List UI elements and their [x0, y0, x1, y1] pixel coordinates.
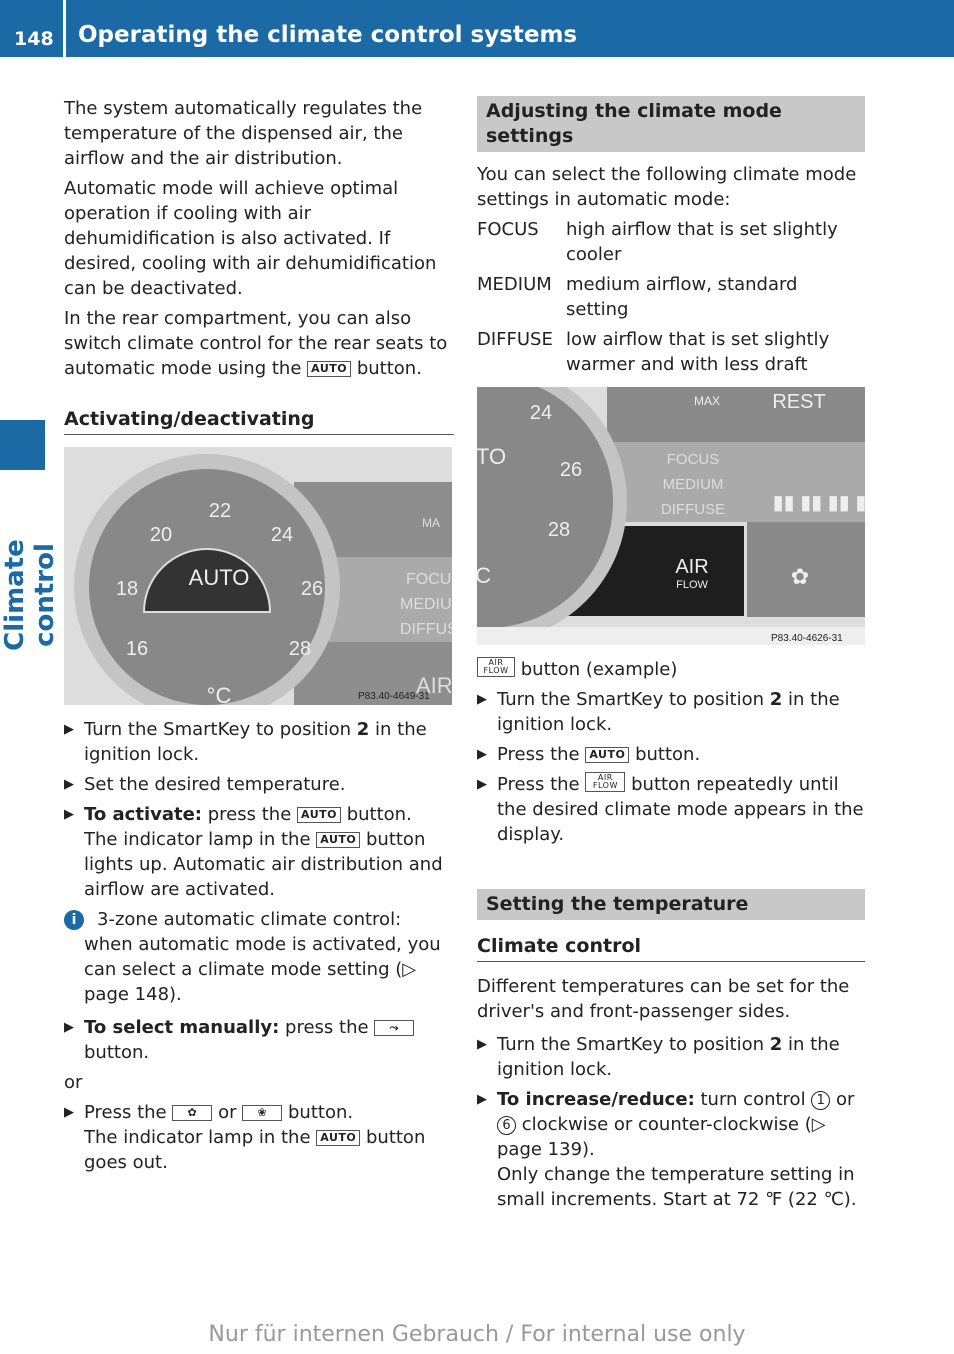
- page-header: 148 Operating the climate control system…: [0, 0, 954, 57]
- instruction-step: ▶ Turn the SmartKey to position 2 in the …: [64, 719, 427, 765]
- svg-text:MEDIUM: MEDIUM: [663, 476, 724, 493]
- svg-text:FOCUS: FOCUS: [667, 451, 720, 468]
- svg-text:▮▮ ▮▮ ▮▮ ▮▮: ▮▮ ▮▮ ▮▮ ▮▮: [773, 492, 865, 514]
- svg-text:REST: REST: [772, 391, 825, 413]
- header-divider: [63, 0, 66, 57]
- svg-text:AIR: AIR: [675, 556, 708, 578]
- mode-item: DIFFUSE low airflow that is set slightly …: [477, 329, 830, 375]
- info-icon: i: [64, 910, 84, 930]
- temp-tick: 24: [271, 524, 293, 546]
- section-subheading: Climate control: [477, 934, 865, 962]
- temp-tick: 16: [126, 638, 148, 660]
- left-column: The system automatically regulates the t…: [64, 96, 454, 1180]
- instruction-step: ▶ To select manually: press the ⤳ button.: [64, 1015, 454, 1065]
- svg-text:FLOW: FLOW: [676, 579, 708, 591]
- svg-text:26: 26: [560, 459, 582, 481]
- mode-intro: You can select the following climate mod…: [477, 164, 857, 210]
- rear-paragraph: In the rear compartment, you can also sw…: [64, 308, 448, 379]
- instruction-step: ▶ Press the AUTO button.: [477, 744, 701, 765]
- svg-text:MA: MA: [422, 516, 440, 530]
- side-tab-marker: [0, 420, 45, 470]
- airflow-display-figure: 24 26 28 TO C MAX REST FOCUS MEDIUM DIFF…: [477, 387, 865, 645]
- auto-button-icon: AUTO: [307, 361, 352, 377]
- auto-button-icon: AUTO: [297, 807, 341, 823]
- svg-text:24: 24: [530, 402, 552, 424]
- svg-text:C: C: [477, 563, 491, 588]
- svg-text:MEDIU: MEDIU: [400, 596, 452, 613]
- airflow-button-icon: AIR FLOW: [585, 772, 626, 792]
- mode-item: MEDIUM medium airflow, standard setting: [477, 274, 798, 320]
- side-tab-label: Climate control: [0, 539, 60, 651]
- fan-high-button-icon: ❀: [242, 1105, 283, 1121]
- unit-label: °C: [207, 683, 232, 705]
- instruction-step: ▶ To increase/reduce: turn control 1 or 6 …: [477, 1089, 857, 1210]
- svg-text:DIFFUS: DIFFUS: [400, 621, 452, 638]
- info-note: i 3-zone automatic climate control: when …: [64, 907, 454, 1007]
- instruction-step: ▶ Press the ✿ or ❀ button. The indicator l…: [64, 1102, 426, 1173]
- mode-item: FOCUS high airflow that is set slightly c…: [477, 219, 838, 265]
- instruction-step: ▶ Set the desired temperature.: [64, 774, 346, 795]
- climate-display-figure: 22 20 24 18 26 16 28 AUTO °C FOCU MEDIU …: [64, 447, 452, 705]
- instruction-step: ▶ To activate: press the AUTO button. The …: [64, 804, 443, 900]
- instruction-step: ▶ Turn the SmartKey to position 2 in the …: [477, 689, 840, 735]
- auto-button-icon: AUTO: [316, 1130, 361, 1146]
- airflow-button-icon: AIR FLOW: [477, 657, 515, 677]
- svg-text:P83.40-4626-31: P83.40-4626-31: [771, 633, 843, 644]
- svg-text:MAX: MAX: [694, 394, 720, 408]
- intro-paragraph: Automatic mode will achieve optimal oper…: [64, 178, 437, 299]
- intro-paragraph: The system automatically regulates the t…: [64, 98, 423, 169]
- temp-tick: 18: [116, 578, 138, 600]
- instruction-step: ▶ Press the AIR FLOW button repeatedly un…: [477, 772, 864, 845]
- svg-text:✿: ✿: [791, 564, 809, 589]
- svg-text:P83.40-4649-31: P83.40-4649-31: [358, 691, 430, 702]
- svg-text:28: 28: [548, 519, 570, 541]
- svg-text:DIFFUSE: DIFFUSE: [661, 501, 725, 518]
- temp-intro: Different temperatures can be set for th…: [477, 976, 850, 1022]
- section-subheading: Activating/deactivating: [64, 407, 454, 435]
- control-6-icon: 6: [497, 1116, 516, 1135]
- auto-button-icon: AUTO: [585, 747, 630, 763]
- temp-tick: 20: [150, 524, 172, 546]
- svg-text:TO: TO: [477, 444, 506, 469]
- auto-button-icon: AUTO: [316, 832, 361, 848]
- internal-use-watermark: Nur für internen Gebrauch / For internal…: [208, 1322, 746, 1347]
- instruction-step: ▶ Turn the SmartKey to position 2 in the …: [477, 1034, 840, 1080]
- temp-tick: 26: [301, 578, 323, 600]
- fan-low-button-icon: ✿: [172, 1105, 213, 1121]
- or-text: or: [64, 1072, 83, 1093]
- svg-text:FOCU: FOCU: [406, 571, 451, 588]
- control-1-icon: 1: [811, 1091, 831, 1110]
- auto-label: AUTO: [189, 565, 250, 590]
- section-heading: Adjusting the climate mode settings: [477, 96, 865, 152]
- temp-tick: 22: [209, 500, 231, 522]
- air-distribution-button-icon: ⤳: [374, 1020, 415, 1036]
- temp-tick: 28: [289, 638, 311, 660]
- right-column: Adjusting the climate mode settings You …: [477, 96, 865, 1217]
- figure-caption: AIR FLOW button (example): [477, 657, 865, 682]
- section-heading: Setting the temperature: [477, 889, 865, 920]
- page-title: Operating the climate control systems: [78, 22, 578, 48]
- page-number: 148: [14, 28, 54, 50]
